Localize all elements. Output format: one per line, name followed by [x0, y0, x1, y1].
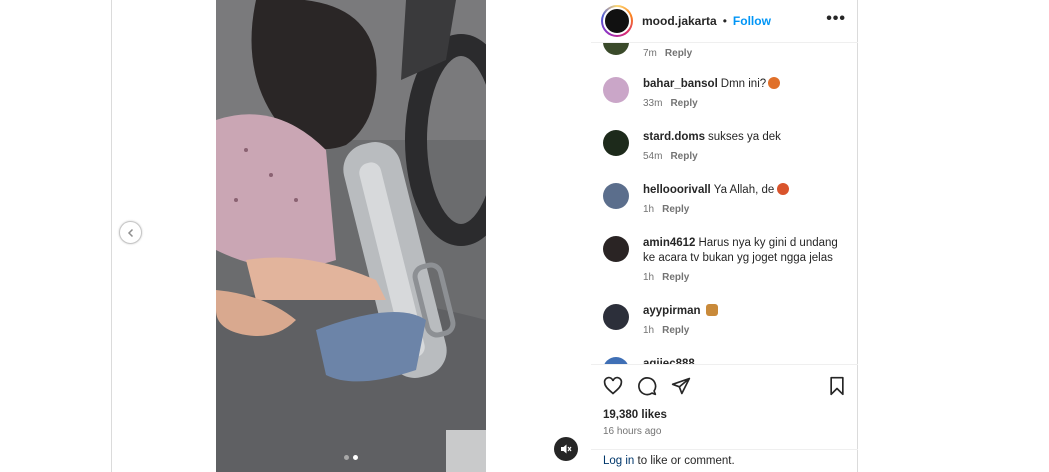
video-frame-image [216, 0, 486, 472]
header-separator: • [722, 14, 727, 28]
chevron-left-icon [127, 228, 133, 237]
comment-item: agjiec888 [603, 357, 848, 364]
comment-time: 1h [643, 272, 655, 283]
comment-item: 7m Reply [603, 43, 848, 61]
comment-time: 1h [643, 325, 655, 336]
comment-text: Ya Allah, de [713, 184, 775, 196]
comment-meta: 33m Reply [643, 96, 780, 111]
comment-time: 33m [643, 98, 663, 109]
reply-button[interactable]: Reply [670, 151, 697, 162]
bookmark-icon[interactable] [828, 376, 846, 396]
post-timestamp[interactable]: 16 hours ago [603, 426, 661, 437]
comment-time: 54m [643, 151, 663, 162]
comment-text: sukses ya dek [708, 131, 781, 143]
commenter-avatar[interactable] [603, 304, 629, 330]
reply-button[interactable]: Reply [662, 325, 689, 336]
instagram-post-modal: mood.jakarta • Follow ••• 7m Reply bahar_… [0, 0, 1049, 472]
comment-meta: 1h Reply [643, 202, 789, 217]
reply-button[interactable]: Reply [670, 98, 697, 109]
commenter-avatar[interactable] [603, 43, 629, 55]
commenter-username[interactable]: bahar_bansol [643, 78, 718, 90]
carousel-dot [344, 455, 349, 460]
carousel-indicator [344, 455, 358, 460]
commenter-username[interactable]: amin4612 [643, 237, 695, 249]
commenter-avatar[interactable] [603, 130, 629, 156]
angry-face-emoji [768, 77, 781, 89]
comment-meta: 1h Reply [643, 323, 718, 338]
comment-item: bahar_bansol Dmn ini? 33m Reply [603, 77, 848, 111]
post-header: mood.jakarta • Follow ••• [591, 0, 858, 43]
heart-icon[interactable] [603, 376, 623, 396]
login-prompt: Log in to like or comment. [591, 449, 858, 472]
reply-button[interactable]: Reply [662, 272, 689, 283]
author-username[interactable]: mood.jakarta [642, 14, 717, 28]
post-media [112, 0, 590, 472]
login-link[interactable]: Log in [603, 455, 634, 467]
login-prompt-text: to like or comment. [634, 455, 735, 467]
comments-list[interactable]: 7m Reply bahar_bansolDmn ini? 33m Reply [591, 43, 858, 364]
comment-icon[interactable] [637, 376, 657, 396]
commenter-avatar[interactable] [603, 357, 629, 364]
comment-meta: 54m Reply [643, 149, 781, 164]
reply-button[interactable]: Reply [665, 48, 692, 59]
folded-hands-emoji [705, 304, 718, 316]
comment-item: amin4612 Harus nya ky gini d undang ke ac… [603, 236, 848, 285]
more-options-icon[interactable]: ••• [826, 10, 846, 28]
speaker-muted-icon [561, 444, 572, 454]
comment-item: ayypirman 1h Reply [603, 304, 848, 338]
follow-button[interactable]: Follow [733, 14, 771, 28]
reply-button[interactable]: Reply [662, 204, 689, 215]
commenter-username[interactable]: ayypirman [643, 305, 701, 317]
comment-time: 1h [643, 204, 655, 215]
sad-face-emoji [777, 183, 790, 195]
comment-item: stard.doms sukses ya dek 54m Reply [603, 130, 848, 164]
commenter-avatar[interactable] [603, 183, 629, 209]
commenter-avatar[interactable] [603, 236, 629, 262]
post-actions: 19,380 likes 16 hours ago [591, 364, 858, 449]
comment-text: Dmn ini? [720, 78, 767, 90]
author-avatar[interactable] [601, 5, 633, 37]
comment-meta: 1h Reply [643, 270, 848, 285]
carousel-dot-active [353, 455, 358, 460]
video-player[interactable] [216, 0, 486, 472]
comment-time: 7m [643, 48, 657, 59]
likes-count[interactable]: 19,380 likes [603, 409, 667, 421]
prev-slide-button[interactable] [119, 221, 142, 244]
comment-item: hellooorivall Ya Allah, de 1h Reply [603, 183, 848, 217]
mute-toggle-button[interactable] [554, 437, 578, 461]
post-side-panel: mood.jakarta • Follow ••• 7m Reply bahar_… [591, 0, 858, 472]
commenter-username[interactable]: stard.doms [643, 131, 705, 143]
comment-meta: 7m Reply [643, 46, 692, 61]
commenter-avatar[interactable] [603, 77, 629, 103]
commenter-username[interactable]: hellooorivall [643, 184, 711, 196]
share-icon[interactable] [671, 376, 691, 396]
